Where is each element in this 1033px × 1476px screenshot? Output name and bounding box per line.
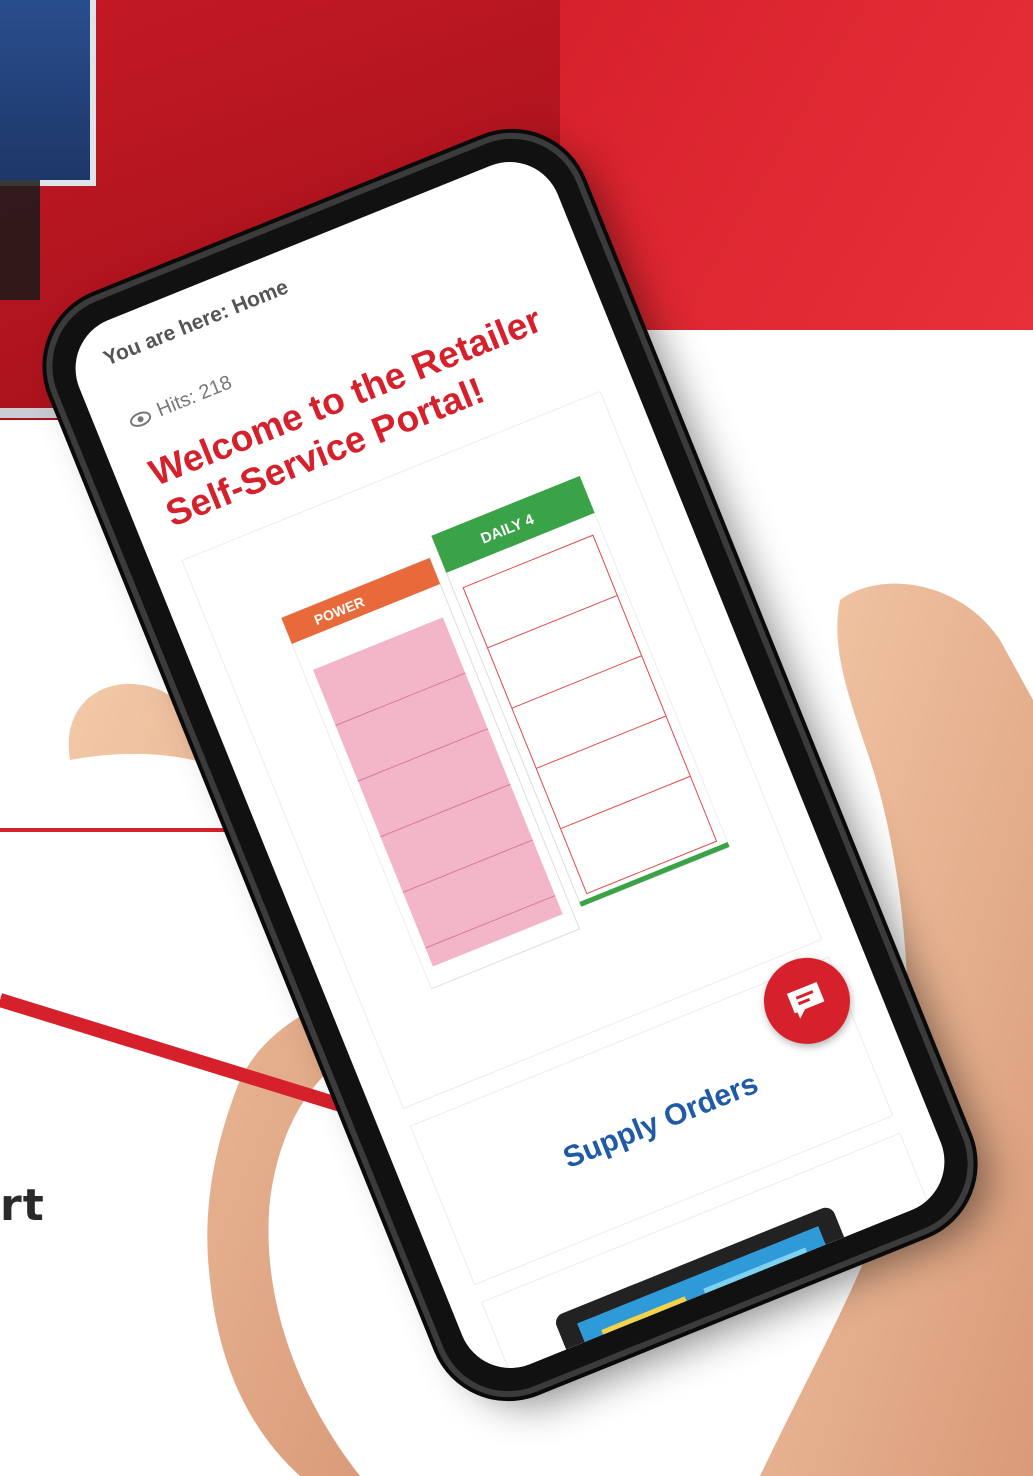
lottery-slip-image: POWER DAILY 4	[280, 475, 731, 990]
supply-orders-link[interactable]: Supply Orders	[559, 1067, 763, 1176]
eye-icon	[129, 411, 151, 427]
hits-label: Hits: 218	[153, 371, 236, 422]
chat-icon	[786, 981, 825, 1019]
breadcrumb: You are here: Home	[100, 275, 292, 371]
